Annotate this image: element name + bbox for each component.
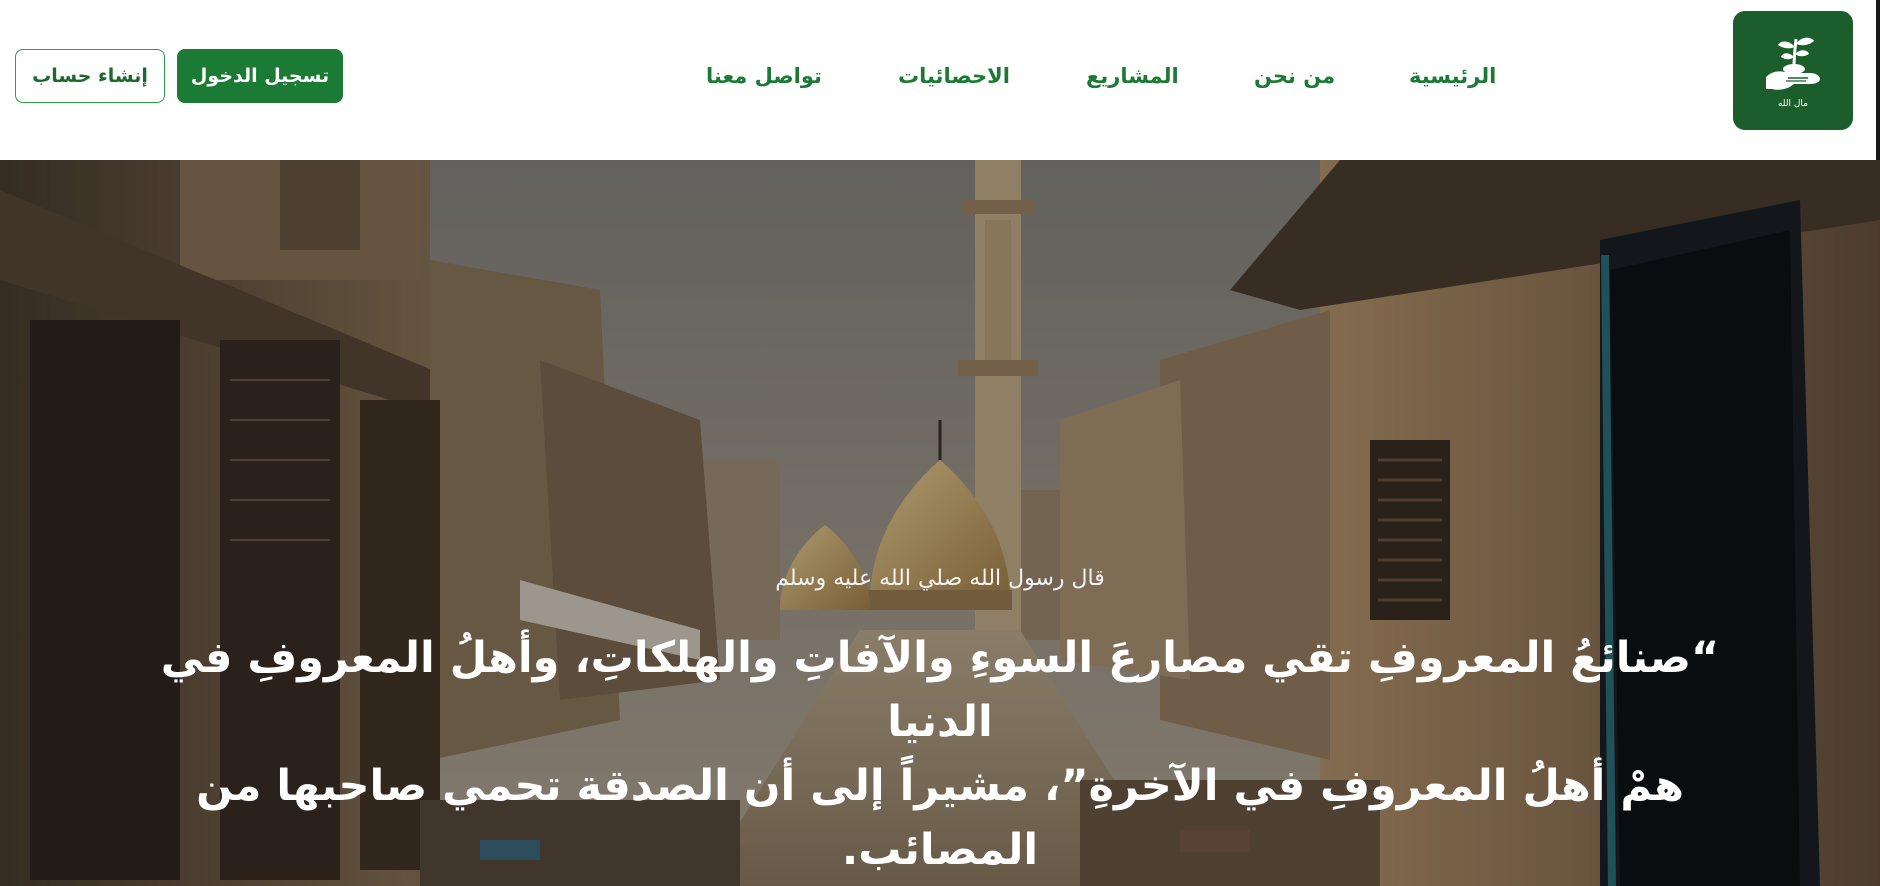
nav-home[interactable]: الرئيسية [1409, 64, 1496, 88]
logo-text: مال الله [1777, 98, 1808, 109]
nav-projects[interactable]: المشاريع [1086, 64, 1179, 88]
register-button[interactable]: إنشاء حساب [15, 49, 165, 103]
hero-quote: “صنائعُ المعروفِ تقي مصارعَ السوءِ والآف… [150, 626, 1730, 882]
login-button[interactable]: تسجيل الدخول [177, 49, 343, 103]
nav-stats[interactable]: الاحصائيات [898, 64, 1010, 88]
hero-quote-line-2: همْ أهلُ المعروفِ في الآخرةِ”، مشيراً إل… [196, 761, 1684, 875]
nav-contact[interactable]: تواصل معنا [706, 64, 822, 88]
hand-plant-icon [1766, 37, 1820, 90]
hero-banner: قال رسول الله صلي الله عليه وسلم “صنائعُ… [0, 160, 1880, 886]
window-edge [1876, 0, 1880, 160]
hero-caption: قال رسول الله صلي الله عليه وسلم [775, 566, 1105, 591]
nav-about[interactable]: من نحن [1254, 64, 1335, 88]
site-logo[interactable]: مال الله [1733, 11, 1853, 130]
hero-quote-line-1: “صنائعُ المعروفِ تقي مصارعَ السوءِ والآف… [160, 633, 1720, 747]
site-header: مال الله الرئيسية من نحن المشاريع الاحصا… [0, 0, 1880, 160]
